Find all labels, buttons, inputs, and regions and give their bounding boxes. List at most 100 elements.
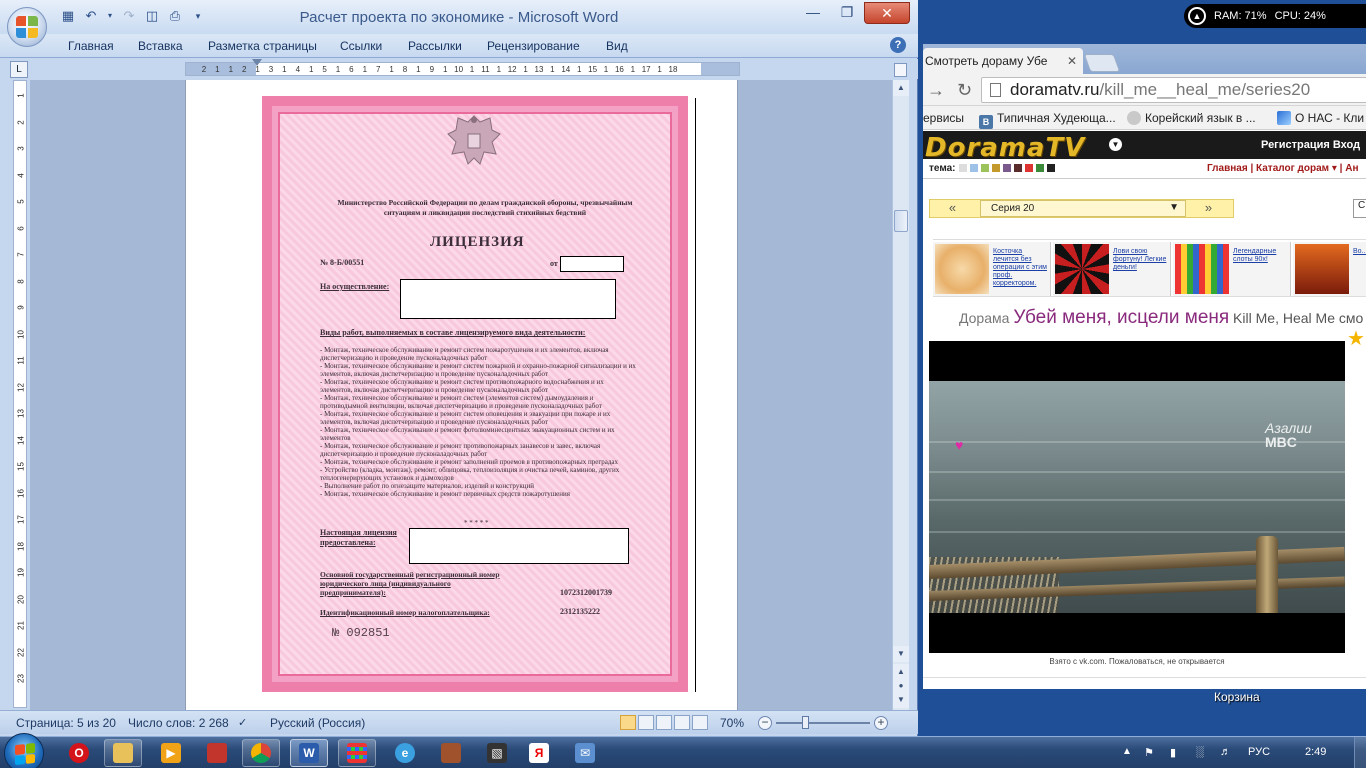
auth-links[interactable]: Регистрация Вход: [1261, 139, 1360, 151]
mail-icon: ✉: [575, 743, 595, 763]
vertical-ruler[interactable]: 1 2 3 4 5 6 7 8 9 10 11 12 13 14 15 16 17 18 19 20 21 22 23: [13, 80, 27, 708]
recycle-bin-label[interactable]: Корзина: [1214, 690, 1260, 704]
license-work-item: - Монтаж, техническое обслуживание и рем…: [320, 346, 609, 362]
zoom-slider[interactable]: − +: [758, 716, 888, 730]
bookmark-typical[interactable]: B Типичная Худеюща...: [979, 111, 1116, 129]
view-ruler-icon[interactable]: [894, 63, 907, 77]
bookmark-label: ервисы: [923, 111, 965, 125]
theme-swatch[interactable]: [1047, 164, 1055, 172]
ad-item[interactable]: Лови свою фортуну! Легкие деньги!: [1053, 242, 1171, 296]
theme-swatch[interactable]: [959, 164, 967, 172]
taskbar-movie-maker[interactable]: ▧: [478, 739, 516, 767]
taskbar-app[interactable]: [198, 739, 236, 767]
taskbar-explorer[interactable]: [104, 739, 142, 767]
taskbar-mail[interactable]: ✉: [566, 739, 604, 767]
extra-select[interactable]: С: [1353, 199, 1366, 218]
theme-swatch[interactable]: [981, 164, 989, 172]
taskbar-word[interactable]: W: [290, 739, 328, 767]
office-button[interactable]: [7, 7, 47, 47]
bookmark-about[interactable]: О НАС - Кли: [1277, 111, 1364, 125]
taskbar-archive[interactable]: [432, 739, 470, 767]
print-layout-icon[interactable]: [620, 715, 636, 730]
clock[interactable]: 2:49: [1305, 746, 1326, 758]
next-page-icon[interactable]: ▼: [893, 692, 909, 708]
theme-swatch[interactable]: [992, 164, 1000, 172]
close-icon[interactable]: ✕: [864, 2, 910, 24]
horizontal-ruler[interactable]: 2 1 1 2 1 3 1 4 1 5 1 6 1 7 1 8 1 9 1 10 1 11 1 12 1 13 1 14 1 15 1 16 1…: [185, 62, 740, 76]
ad-item[interactable]: Легендарные слоты 90х!: [1173, 242, 1291, 296]
start-button[interactable]: [4, 733, 44, 768]
full-screen-reading-icon[interactable]: [638, 715, 654, 730]
zoom-in-icon[interactable]: +: [874, 716, 888, 730]
site-menu-icon[interactable]: ▼: [1109, 138, 1122, 151]
tab-review[interactable]: Рецензирование: [487, 39, 580, 53]
browser-toolbar: → ↻ doramatv.ru/kill_me__heal_me/series2…: [923, 74, 1366, 106]
next-episode-button[interactable]: »: [1186, 200, 1231, 217]
tray-expand-icon[interactable]: ▲: [1122, 746, 1132, 757]
address-bar[interactable]: doramatv.ru/kill_me__heal_me/series20: [981, 77, 1366, 103]
taskbar-yandex[interactable]: Я: [520, 739, 558, 767]
bookmark-services[interactable]: ервисы: [923, 111, 964, 125]
document-scrollbar[interactable]: ▲ ▼ ▲ ● ▼: [892, 80, 909, 710]
theme-swatch[interactable]: [1014, 164, 1022, 172]
window-title: Расчет проекта по экономике - Microsoft …: [299, 9, 619, 26]
tab-home[interactable]: Главная: [68, 39, 114, 53]
tab-view[interactable]: Вид: [606, 39, 628, 53]
bookmark-korean[interactable]: Корейский язык в ...: [1127, 111, 1256, 125]
favorite-star-icon[interactable]: ★: [1347, 326, 1365, 351]
theme-swatch[interactable]: [1036, 164, 1044, 172]
draft-icon[interactable]: [692, 715, 708, 730]
help-icon[interactable]: ?: [890, 37, 906, 53]
theme-swatch[interactable]: [1025, 164, 1033, 172]
taskbar-colorful-app[interactable]: [338, 739, 376, 767]
yandex-icon: Я: [529, 743, 549, 763]
taskbar-media-player[interactable]: ▶: [152, 739, 190, 767]
site-nav[interactable]: Главная | Каталог дорам ▾ | Ан: [1207, 163, 1358, 174]
zoom-out-icon[interactable]: −: [758, 716, 772, 730]
scroll-down-icon[interactable]: ▼: [893, 646, 909, 662]
indent-marker[interactable]: [252, 59, 262, 66]
taskbar-opera[interactable]: O: [60, 739, 98, 767]
tab-insert[interactable]: Вставка: [138, 39, 183, 53]
theme-swatch[interactable]: [1003, 164, 1011, 172]
folder-icon: [113, 743, 133, 763]
word-count[interactable]: Число слов: 2 268: [128, 716, 229, 730]
network-icon[interactable]: ░: [1196, 746, 1204, 758]
forward-arrow-icon[interactable]: →: [927, 80, 945, 101]
previous-episode-button[interactable]: «: [930, 200, 975, 217]
input-language[interactable]: РУС: [1248, 746, 1270, 758]
reload-icon[interactable]: ↻: [957, 80, 972, 101]
video-player[interactable]: ♥ Азалии MBC: [929, 341, 1345, 653]
new-tab-button[interactable]: [1083, 54, 1121, 72]
tab-mailings[interactable]: Рассылки: [408, 39, 462, 53]
ad-item[interactable]: Во...: [1293, 242, 1366, 296]
scroll-thumb[interactable]: [894, 210, 908, 232]
spellcheck-icon[interactable]: ✓: [238, 716, 247, 729]
tab-stop-selector[interactable]: L: [10, 61, 28, 78]
volume-icon[interactable]: ♬: [1220, 746, 1231, 758]
action-center-icon[interactable]: ⚑: [1144, 746, 1154, 759]
zoom-thumb[interactable]: [802, 716, 809, 729]
zoom-level[interactable]: 70%: [720, 716, 744, 730]
language-indicator[interactable]: Русский (Россия): [270, 716, 365, 730]
show-desktop-button[interactable]: [1354, 737, 1366, 768]
video-caption[interactable]: Взято с vk.com. Пожаловаться, не открыва…: [923, 657, 1351, 666]
tab-page-layout[interactable]: Разметка страницы: [208, 39, 317, 53]
ruler-number: 1: [362, 65, 368, 74]
outline-icon[interactable]: [674, 715, 690, 730]
tab-references[interactable]: Ссылки: [340, 39, 382, 53]
theme-swatch[interactable]: [970, 164, 978, 172]
ruler-number: 9: [429, 65, 435, 74]
restore-icon[interactable]: ❐: [830, 2, 864, 24]
battery-icon[interactable]: ▮: [1170, 746, 1176, 759]
ad-item[interactable]: Косточка лечится без операции с этим про…: [933, 242, 1051, 296]
taskbar-chrome[interactable]: [242, 739, 280, 767]
episode-select[interactable]: Серия 20 ▼: [980, 200, 1186, 217]
scroll-up-icon[interactable]: ▲: [893, 80, 909, 96]
browser-tab[interactable]: Смотреть дораму Убе ✕: [923, 48, 1083, 74]
tab-close-icon[interactable]: ✕: [1067, 54, 1077, 68]
web-layout-icon[interactable]: [656, 715, 672, 730]
minimize-icon[interactable]: —: [796, 2, 830, 24]
taskbar-browser[interactable]: e: [386, 739, 424, 767]
page-count[interactable]: Страница: 5 из 20: [16, 716, 116, 730]
